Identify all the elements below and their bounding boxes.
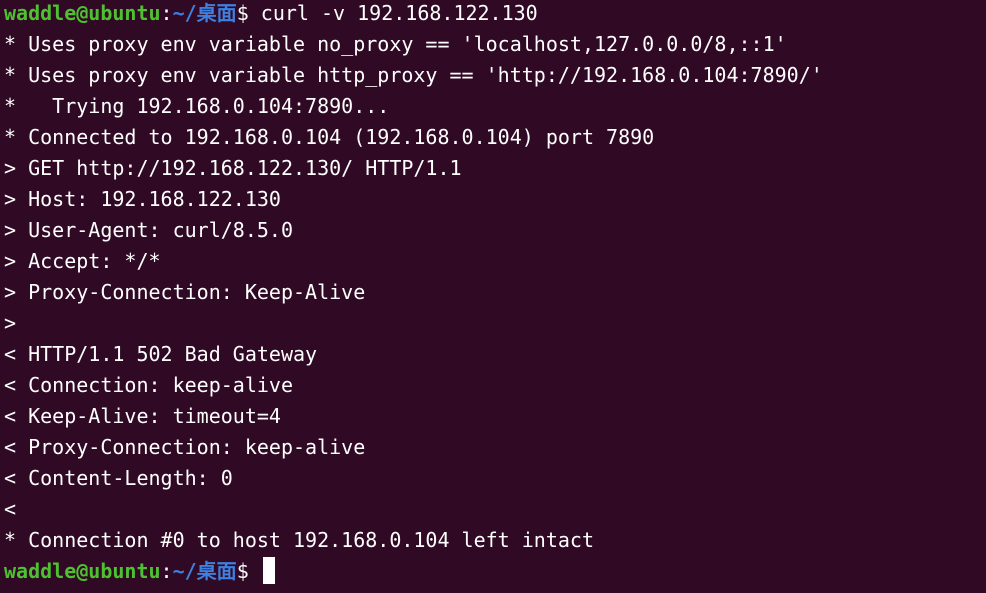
output-line: < Proxy-Connection: keep-alive (4, 435, 366, 459)
prompt-user-host: waddle@ubuntu (4, 559, 161, 583)
output-line: < (4, 497, 17, 521)
output-line: < Content-Length: 0 (4, 466, 233, 490)
output-line: > User-Agent: curl/8.5.0 (4, 218, 293, 242)
prompt-line: waddle@ubuntu:~/桌面$ curl -v 192.168.122.… (4, 0, 986, 29)
output-line: < Keep-Alive: timeout=4 (4, 404, 281, 428)
prompt-line-active[interactable]: waddle@ubuntu:~/桌面$ (4, 556, 986, 587)
output-line: > Host: 192.168.122.130 (4, 187, 281, 211)
output-line: * Trying 192.168.0.104:7890... (4, 94, 390, 118)
prompt-user-host: waddle@ubuntu (4, 1, 161, 25)
prompt-symbol: $ (236, 1, 261, 25)
output-line: > Proxy-Connection: Keep-Alive (4, 280, 366, 304)
output-line: * Connection #0 to host 192.168.0.104 le… (4, 528, 595, 552)
output-line: > (4, 311, 17, 335)
output-line: * Uses proxy env variable http_proxy == … (4, 63, 823, 87)
prompt-separator: : (160, 1, 173, 25)
output-line: * Uses proxy env variable no_proxy == 'l… (4, 32, 787, 56)
terminal-window[interactable]: waddle@ubuntu:~/桌面$ curl -v 192.168.122.… (0, 0, 986, 593)
text-cursor[interactable] (262, 557, 275, 584)
output-line: > Accept: */* (4, 249, 161, 273)
command-text: curl -v 192.168.122.130 (260, 1, 538, 25)
output-line: < Connection: keep-alive (4, 373, 293, 397)
prompt-path: ~/桌面 (172, 1, 237, 25)
output-line: > GET http://192.168.122.130/ HTTP/1.1 (4, 156, 462, 180)
prompt-separator: : (160, 559, 173, 583)
output-line: * Connected to 192.168.0.104 (192.168.0.… (4, 125, 655, 149)
prompt-path: ~/桌面 (172, 559, 237, 583)
prompt-symbol: $ (236, 559, 261, 583)
output-line: < HTTP/1.1 502 Bad Gateway (4, 342, 318, 366)
